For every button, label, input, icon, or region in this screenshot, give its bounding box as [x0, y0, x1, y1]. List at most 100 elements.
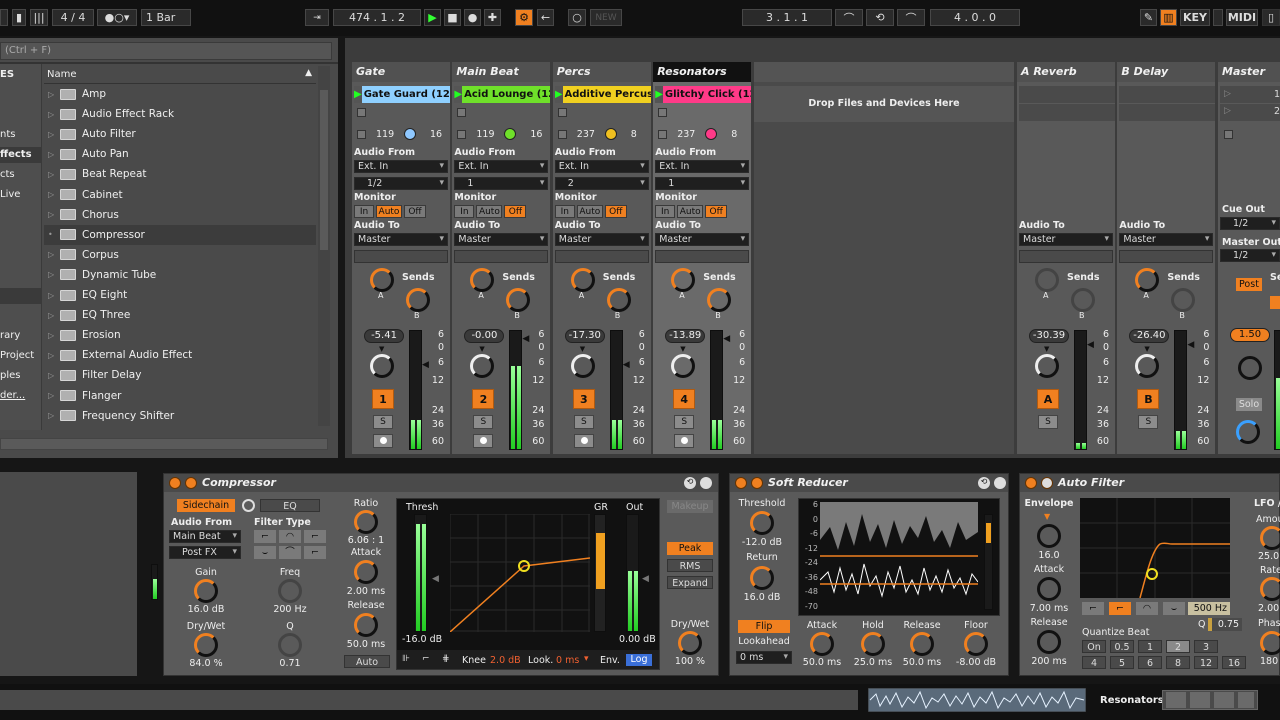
lfo-rate-knob[interactable]	[1260, 577, 1280, 601]
floor-value[interactable]: -8.00 dB	[948, 657, 1004, 668]
expand-arrow-icon[interactable]: ▷	[48, 150, 60, 159]
attack-value[interactable]: 7.00 ms	[1020, 603, 1078, 614]
solo-button[interactable]: S	[373, 415, 393, 429]
master-out-select[interactable]: 1/2	[1220, 249, 1280, 262]
hold-knob[interactable]	[861, 632, 885, 656]
quantize-value-button[interactable]: 0.5	[1110, 640, 1134, 653]
send-b-knob[interactable]	[1171, 288, 1196, 312]
sidechain-listen-icon[interactable]	[242, 499, 255, 512]
lfo-phase-knob[interactable]	[1260, 631, 1280, 655]
solo-button[interactable]: Solo	[1236, 398, 1262, 411]
clip-stop-icon[interactable]	[557, 108, 567, 117]
input-channel-select[interactable]: 2	[554, 177, 649, 190]
gain-knob[interactable]	[194, 579, 218, 603]
release-knob[interactable]	[354, 613, 378, 637]
track-delay-field[interactable]	[1119, 250, 1214, 263]
expand-arrow-icon[interactable]: ▷	[48, 170, 60, 179]
attack-value[interactable]: 50.0 ms	[796, 657, 848, 668]
browser-item[interactable]: ▷ Beat Repeat	[48, 164, 316, 184]
filter-lowpass-button[interactable]: ⌐	[254, 530, 276, 543]
ratio-value[interactable]: 6.06 : 1	[340, 535, 392, 546]
clip-stop-icon[interactable]	[357, 108, 366, 117]
expand-arrow-icon[interactable]: ▷	[48, 210, 60, 219]
category-item[interactable]: rary	[0, 330, 20, 341]
midi-map-icon[interactable]	[1213, 9, 1223, 26]
loop-length[interactable]: 4 . 0 . 0	[930, 9, 1020, 26]
send-a-knob[interactable]	[570, 268, 595, 292]
post-button[interactable]: Post	[1236, 278, 1262, 291]
monitor-auto-button[interactable]: Auto	[576, 205, 603, 218]
expand-arrow-icon[interactable]: ▷	[48, 311, 60, 320]
audio-from-select[interactable]: Ext. In	[655, 160, 750, 173]
device-fold-icon[interactable]	[751, 477, 763, 489]
hot-swap-icon[interactable]: ⟲	[684, 477, 696, 489]
filter-notch-button[interactable]: ⌣	[254, 546, 276, 559]
category-item[interactable]: cts	[0, 169, 15, 180]
gain-value[interactable]: 16.0 dB	[180, 604, 232, 615]
bars-icon[interactable]: |||	[30, 9, 48, 26]
clip-launch-icon[interactable]: ▶	[655, 86, 663, 103]
category-item[interactable]: nts	[0, 129, 15, 140]
automation-arm-icon[interactable]: ⚙	[515, 9, 533, 26]
eq-button[interactable]: EQ	[260, 499, 320, 512]
quantize-value-button[interactable]: 2	[1166, 640, 1190, 653]
save-preset-icon[interactable]	[994, 477, 1006, 489]
soft-reducer-title[interactable]: Soft Reducer	[730, 474, 1008, 492]
browser-item[interactable]: ▷ EQ Eight	[48, 285, 316, 305]
send-b-knob[interactable]	[707, 288, 732, 312]
browser-hscroll[interactable]	[0, 438, 328, 450]
sidechain-button[interactable]: Sidechain	[177, 499, 235, 512]
freq-knob[interactable]	[278, 579, 302, 603]
expand-arrow-icon[interactable]: ▷	[48, 130, 60, 139]
audio-to-select[interactable]: Master	[554, 233, 649, 246]
send-b-knob[interactable]	[506, 288, 531, 312]
time-signature[interactable]: 4 / 4	[52, 9, 94, 26]
filter-lowpass-button[interactable]: ⌐	[1082, 602, 1104, 615]
category-item[interactable]: ples	[0, 370, 21, 381]
browser-item[interactable]: ▷ Erosion	[48, 325, 316, 345]
browser-item[interactable]: ▷ Auto Pan	[48, 144, 316, 164]
metronome-bars-icon[interactable]: ▮	[12, 9, 26, 26]
filter-highpass-button[interactable]: ⌐	[304, 530, 326, 543]
quantization-select[interactable]: 1 Bar	[141, 9, 191, 26]
envelope-value[interactable]: 16.0	[1020, 550, 1078, 561]
monitor-auto-button[interactable]: Auto	[677, 205, 704, 218]
quantize-value-button[interactable]: 4	[1082, 656, 1106, 669]
filter-notch-button[interactable]: ⌣	[1163, 602, 1185, 615]
browser-item[interactable]: ▷ Amp	[48, 84, 316, 104]
master-title[interactable]: Master	[1218, 62, 1280, 82]
filter-highpass-button[interactable]: ⌐	[1109, 602, 1131, 615]
punch-in-icon[interactable]: ⌒	[835, 9, 863, 26]
quantize-value-button[interactable]: 1	[1138, 640, 1162, 653]
audio-from-select[interactable]: Ext. In	[554, 160, 649, 173]
release-knob[interactable]	[1037, 630, 1061, 654]
monitor-off-button[interactable]: Off	[404, 205, 426, 218]
overdub-icon[interactable]: ✚	[484, 9, 501, 26]
browser-item[interactable]: ▷ Filter Delay	[48, 365, 316, 385]
device-on-icon[interactable]	[735, 477, 747, 489]
expand-arrow-icon[interactable]: ▷	[48, 270, 60, 279]
lfo-rate-value[interactable]: 2.00	[1258, 603, 1279, 614]
quantize-value-button[interactable]: 16	[1222, 656, 1246, 669]
threshold-arrow-icon[interactable]: ◀	[432, 574, 439, 584]
flip-button[interactable]: Flip	[738, 620, 790, 633]
envelope-knob[interactable]	[1037, 524, 1061, 548]
monitor-auto-button[interactable]: Auto	[476, 205, 503, 218]
input-channel-select[interactable]: 1	[655, 177, 750, 190]
send-b-knob[interactable]	[406, 288, 430, 312]
quantize-value-button[interactable]: 3	[1194, 640, 1218, 653]
browser-search[interactable]: (Ctrl + F)	[0, 42, 332, 60]
punch-out-icon[interactable]: ⌒	[897, 9, 925, 26]
send-a-knob[interactable]	[1135, 268, 1160, 292]
sidechain-source-select[interactable]: Main Beat	[169, 530, 241, 543]
monitor-in-button[interactable]: In	[554, 205, 575, 218]
lookahead-select[interactable]: 0 ms	[736, 651, 792, 664]
floor-knob[interactable]	[964, 632, 988, 656]
return-value[interactable]: 16.0 dB	[732, 592, 792, 603]
expand-arrow-icon[interactable]: ▷	[48, 90, 60, 99]
volume-field[interactable]: -30.39	[1029, 329, 1069, 343]
follow-icon[interactable]: ⇥	[305, 9, 329, 26]
track-activator-button[interactable]: B	[1137, 389, 1160, 409]
solo-button[interactable]: S	[1038, 415, 1058, 429]
collapsed-view-icon[interactable]: ⊪	[402, 654, 410, 664]
